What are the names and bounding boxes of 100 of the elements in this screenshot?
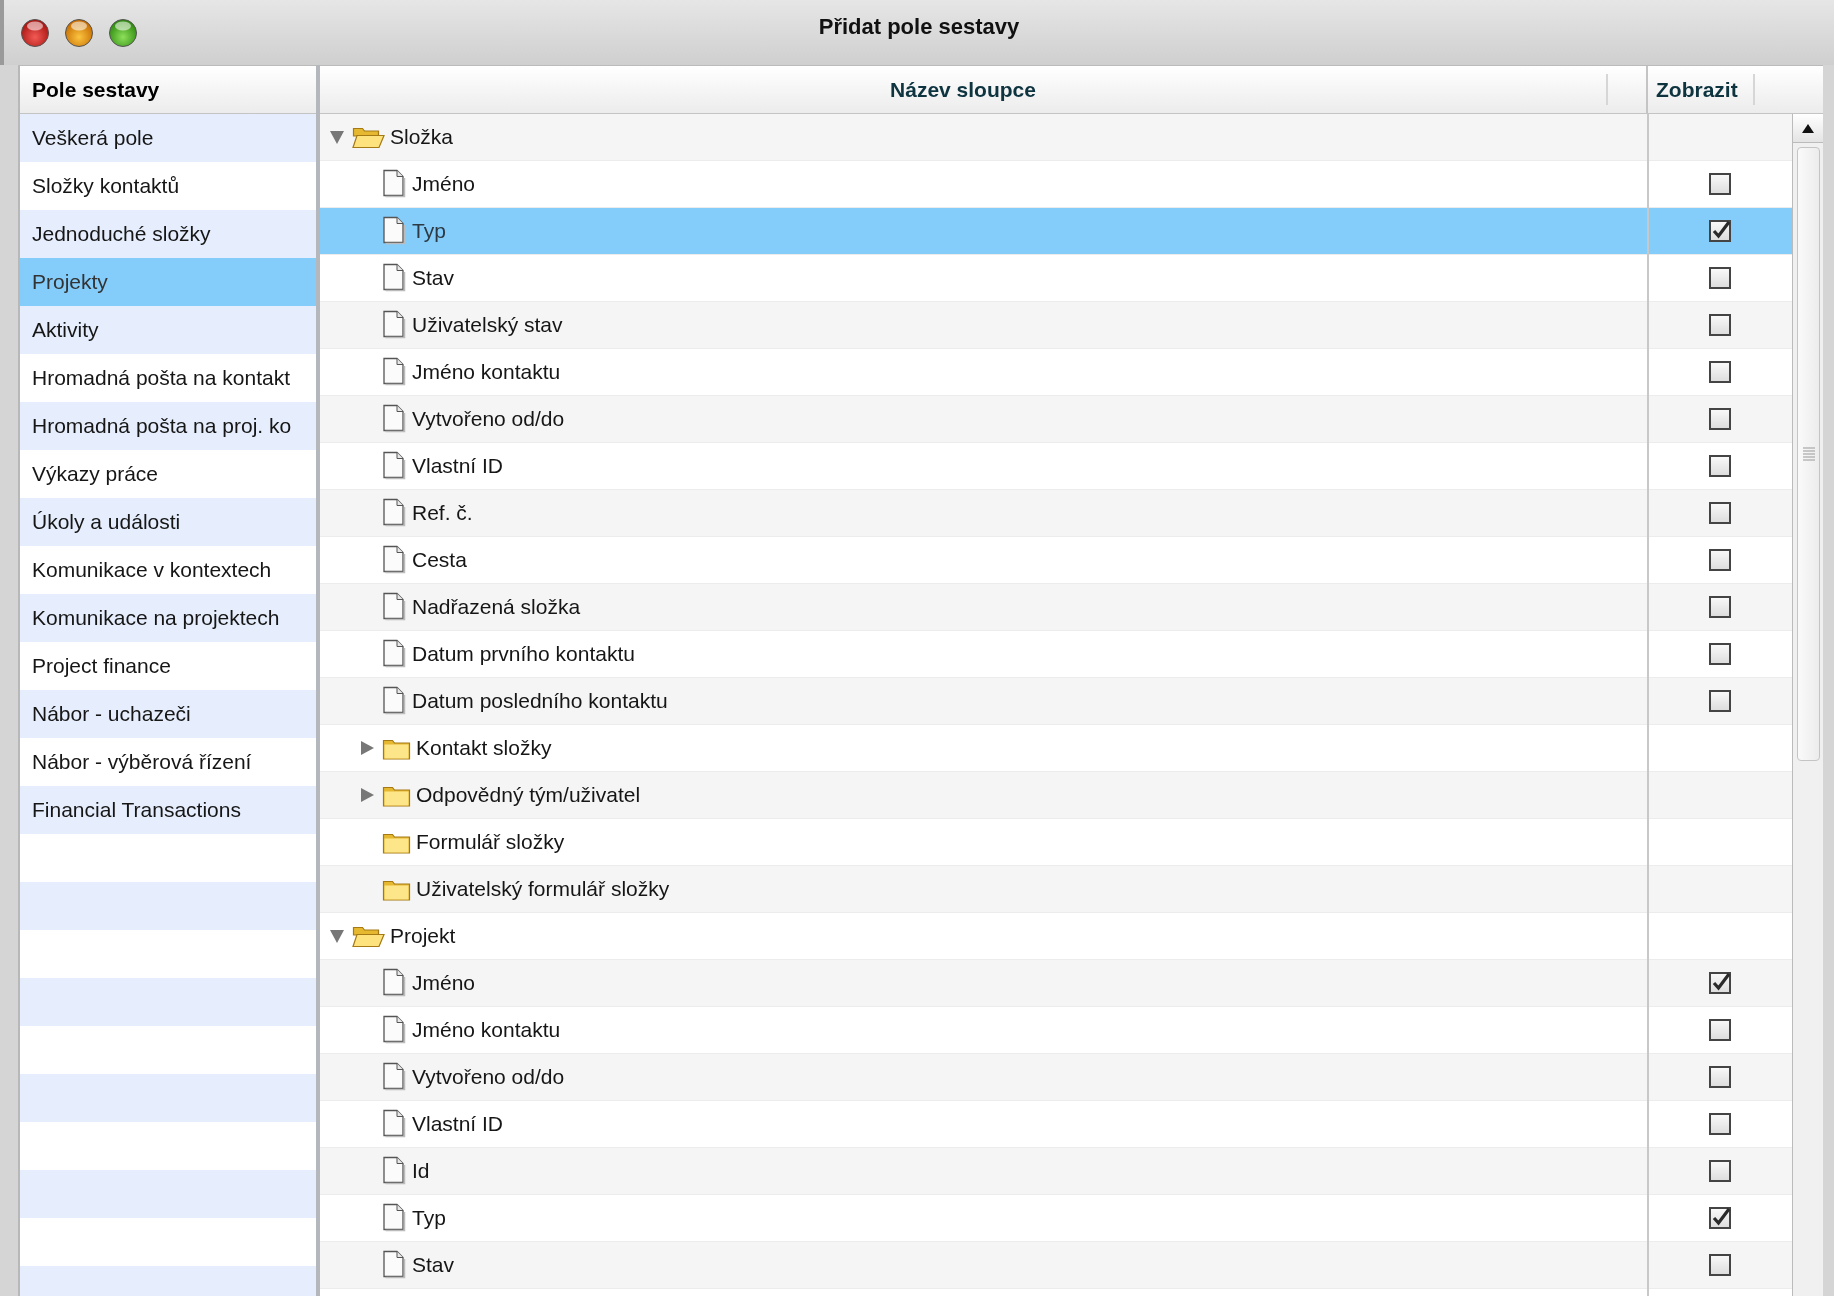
row-label: Projekt: [390, 924, 456, 948]
tree-row[interactable]: Nadřazená složka: [320, 584, 1792, 631]
tree-row[interactable]: Datum posledního kontaktu: [320, 678, 1792, 725]
sidebar-item[interactable]: Aktivity: [20, 306, 316, 354]
tree-row[interactable]: Jméno kontaktu: [320, 349, 1792, 396]
row-label: Uživatelský stav: [412, 313, 563, 337]
checkbox[interactable]: [1708, 1066, 1731, 1088]
row-label: Id: [412, 1159, 430, 1183]
checkbox[interactable]: [1708, 1113, 1731, 1135]
document-icon: [382, 357, 408, 387]
tree-row[interactable]: Datum prvního kontaktu: [320, 631, 1792, 678]
tree-row[interactable]: Uživatelský stav: [320, 302, 1792, 349]
tree-row[interactable]: Kontakt složky: [320, 725, 1792, 772]
checkbox[interactable]: [1708, 1254, 1731, 1276]
tree-row[interactable]: Vlastní ID: [320, 443, 1792, 490]
tree-row[interactable]: Formulář složky: [320, 819, 1792, 866]
tree-row[interactable]: Typ: [320, 208, 1792, 255]
sidebar-item[interactable]: Úkoly a události: [20, 498, 316, 546]
window-title: Přidat pole sestavy: [818, 14, 1020, 39]
row-label: Nadřazená složka: [412, 595, 581, 619]
sidebar-item[interactable]: Project finance: [20, 642, 316, 690]
row-label: Vlastní ID: [412, 454, 504, 478]
minimize-button[interactable]: [64, 17, 94, 48]
checkbox[interactable]: [1708, 267, 1731, 289]
sidebar-item[interactable]: Nábor - výběrová řízení: [20, 738, 316, 786]
close-button[interactable]: [20, 17, 50, 48]
document-icon: [382, 592, 408, 622]
row-label: Datum posledního kontaktu: [412, 689, 668, 713]
tree-row[interactable]: Ref. č.: [320, 490, 1792, 537]
checkbox[interactable]: [1708, 314, 1731, 336]
checkbox[interactable]: [1708, 1160, 1731, 1182]
tree-row[interactable]: Odpovědný tým/uživatel: [320, 772, 1792, 819]
tree-row[interactable]: Cesta: [320, 537, 1792, 584]
checkbox[interactable]: [1708, 408, 1731, 430]
up-arrow-icon: [1801, 122, 1815, 134]
scrollbar-thumb[interactable]: [1797, 147, 1820, 761]
checkbox[interactable]: [1708, 502, 1731, 524]
row-label: Vlastní ID: [412, 1112, 504, 1136]
column-header[interactable]: Název sloupce: [884, 77, 1042, 102]
tree-row[interactable]: Stav: [320, 1242, 1792, 1289]
checkbox[interactable]: [1708, 1207, 1731, 1229]
zoom-button[interactable]: [108, 17, 138, 48]
sidebar-item[interactable]: Hromadná pošta na kontakt: [20, 354, 316, 402]
checkbox[interactable]: [1708, 1019, 1731, 1041]
document-icon: [382, 451, 408, 481]
document-icon: [382, 639, 408, 669]
tree-row[interactable]: Složka: [320, 114, 1792, 161]
checkbox[interactable]: [1708, 455, 1731, 477]
checkbox[interactable]: [1708, 173, 1731, 195]
row-label: Formulář složky: [416, 830, 565, 854]
checkbox[interactable]: [1708, 220, 1731, 242]
tree-row[interactable]: Uživatelský formulář složky: [320, 866, 1792, 913]
checkbox[interactable]: [1708, 690, 1731, 712]
row-label: Datum prvního kontaktu: [412, 642, 635, 666]
tree-row[interactable]: Jméno kontaktu: [320, 1007, 1792, 1054]
sidebar-item[interactable]: Financial Transactions: [20, 786, 316, 834]
row-label: Jméno: [412, 172, 476, 196]
checkbox[interactable]: [1708, 972, 1731, 994]
document-icon: [382, 169, 408, 199]
expand-triangle-icon[interactable]: [359, 740, 375, 756]
checkbox[interactable]: [1708, 361, 1731, 383]
sidebar-item[interactable]: Složky kontaktů: [20, 162, 316, 210]
collapse-triangle-icon[interactable]: [329, 129, 345, 145]
tree-row[interactable]: Vytvořeno od/do: [320, 1054, 1792, 1101]
tree-row[interactable]: Jméno: [320, 960, 1792, 1007]
column-header[interactable]: Zobrazit: [1656, 77, 1738, 102]
row-label: Stav: [412, 1253, 455, 1277]
expand-triangle-icon[interactable]: [359, 787, 375, 803]
row-label: Ref. č.: [412, 501, 473, 525]
sidebar-item[interactable]: Veškerá pole: [20, 114, 316, 162]
tree-row[interactable]: Vlastní ID: [320, 1101, 1792, 1148]
grip-icon: [1802, 447, 1815, 461]
checkbox[interactable]: [1708, 549, 1731, 571]
document-icon: [382, 1250, 408, 1280]
row-label: Cesta: [412, 548, 467, 572]
tree-row[interactable]: Id: [320, 1148, 1792, 1195]
tree-row[interactable]: Typ: [320, 1195, 1792, 1242]
tree-row[interactable]: Stav: [320, 255, 1792, 302]
sidebar-item[interactable]: Nábor - uchazeči: [20, 690, 316, 738]
sidebar-item[interactable]: Jednoduché složky: [20, 210, 316, 258]
checkbox[interactable]: [1708, 643, 1731, 665]
document-icon: [382, 1203, 408, 1233]
scroll-up-button[interactable]: [1793, 114, 1823, 143]
tree-row[interactable]: Vytvořeno od/do: [320, 396, 1792, 443]
collapse-triangle-icon[interactable]: [329, 928, 345, 944]
sidebar-item[interactable]: Projekty: [20, 258, 316, 306]
document-icon: [382, 1015, 408, 1045]
row-label: Jméno kontaktu: [412, 360, 561, 384]
tree-row[interactable]: Projekt: [320, 913, 1792, 960]
document-icon: [382, 1109, 408, 1139]
sidebar-item[interactable]: Hromadná pošta na proj. ko: [20, 402, 316, 450]
row-label: Typ: [412, 1206, 446, 1230]
document-icon: [382, 498, 408, 528]
sidebar-item[interactable]: Komunikace na projektech: [20, 594, 316, 642]
sidebar-item[interactable]: Komunikace v kontextech: [20, 546, 316, 594]
row-label: Uživatelský formulář složky: [416, 877, 670, 901]
sidebar-item[interactable]: Výkazy práce: [20, 450, 316, 498]
column-header[interactable]: Pole sestavy: [20, 65, 316, 114]
document-icon: [382, 545, 408, 575]
checkbox[interactable]: [1708, 596, 1731, 618]
